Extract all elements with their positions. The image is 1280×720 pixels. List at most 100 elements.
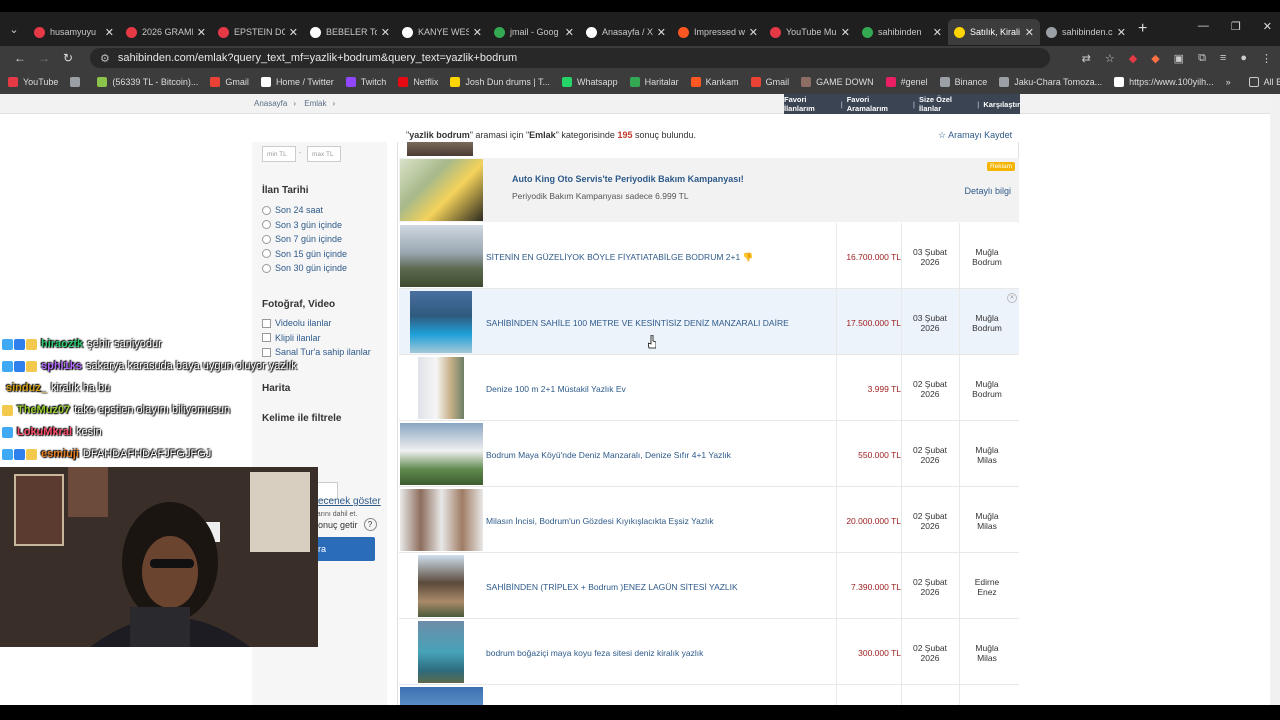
browser-tab[interactable]: sahibinden ✕ bbox=[856, 19, 948, 45]
restore-icon[interactable]: ❐ bbox=[1231, 20, 1241, 33]
favorite-searches-link[interactable]: Favori Aramalarım bbox=[847, 95, 909, 113]
listing-row[interactable]: bodrum boğaziçi maya koyu feza sitesi de… bbox=[399, 619, 1019, 685]
listing-thumbnail[interactable] bbox=[418, 555, 464, 617]
new-tab-button[interactable]: + bbox=[1138, 20, 1147, 38]
tab-close-icon[interactable]: ✕ bbox=[105, 26, 114, 39]
bookmark-item[interactable]: Gmail bbox=[750, 77, 789, 87]
browser-tab[interactable]: KANYE WES ✕ bbox=[396, 19, 488, 45]
browser-tab[interactable]: sahibinden.c ✕ bbox=[1040, 19, 1132, 45]
browser-tab[interactable]: 2026 GRAMI ✕ bbox=[120, 19, 212, 45]
search-button[interactable]: ra bbox=[314, 537, 375, 561]
bookmark-item[interactable]: Kankam bbox=[690, 77, 739, 87]
browser-tab[interactable]: BEBELER Top ✕ bbox=[304, 19, 396, 45]
listing-title[interactable]: SAHİBİNDEN (TRİPLEX + Bodrum )ENEZ LAGÜN… bbox=[486, 582, 826, 592]
listing-title[interactable]: Denize 100 m 2+1 Müstakil Yazlık Ev bbox=[486, 384, 826, 394]
tab-close-icon[interactable]: ✕ bbox=[749, 26, 758, 39]
bookmark-item[interactable]: YouTube bbox=[8, 77, 58, 87]
listing-title[interactable]: Bodrum Maya Köyü'nde Deniz Manzaralı, De… bbox=[486, 450, 826, 460]
bookmark-item[interactable]: Netflix bbox=[398, 77, 438, 87]
breadcrumb-home[interactable]: Anasayfa bbox=[254, 99, 287, 108]
browser-tab[interactable]: YouTube Mu ✕ bbox=[764, 19, 856, 45]
listing-row[interactable]: Bodrum Maya Köyü'nde Deniz Manzaralı, De… bbox=[399, 421, 1019, 487]
tab-close-icon[interactable]: ✕ bbox=[657, 26, 666, 39]
menu-icon[interactable]: ⋮ bbox=[1261, 52, 1272, 65]
tab-close-icon[interactable]: ✕ bbox=[933, 26, 942, 39]
listing-thumbnail[interactable] bbox=[400, 423, 483, 485]
tab-close-icon[interactable]: ✕ bbox=[1117, 26, 1126, 39]
date-filter-radio[interactable]: Son 3 gün içinde bbox=[262, 220, 342, 230]
browser-tab[interactable]: jmail - Goog ✕ bbox=[488, 19, 580, 45]
bookmark-item[interactable]: Jaku-Chara Tomoza... bbox=[999, 77, 1102, 87]
bookmark-item[interactable]: Haritalar bbox=[629, 77, 679, 87]
ad-detail-link[interactable]: Detaylı bilgi bbox=[964, 186, 1011, 196]
browser-tab[interactable]: EPSTEIN DO ✕ bbox=[212, 19, 304, 45]
tab-search-icon[interactable]: ⌄ bbox=[4, 23, 24, 36]
media-filter-checkbox[interactable]: Klipli ilanlar bbox=[262, 333, 321, 343]
browser-tab[interactable]: Satılık, Kirali ✕ bbox=[948, 19, 1040, 45]
listing-thumbnail[interactable] bbox=[418, 621, 464, 683]
breadcrumb-emlak[interactable]: Emlak bbox=[304, 99, 326, 108]
get-result-count[interactable]: onuç getir? bbox=[318, 518, 377, 531]
ad-title[interactable]: Auto King Oto Servis'te Periyodik Bakım … bbox=[512, 174, 744, 184]
forward-icon[interactable]: → bbox=[32, 51, 56, 65]
extensions-puzzle-icon[interactable]: ⧉ bbox=[1198, 52, 1206, 65]
listing-row[interactable]: Milasın İncisi, Bodrum'un Gözdesi Kıyıkı… bbox=[399, 487, 1019, 553]
browser-tab[interactable]: Impressed w ✕ bbox=[672, 19, 764, 45]
profile-avatar[interactable]: ● bbox=[1240, 52, 1247, 65]
extension-icon[interactable]: ▣ bbox=[1174, 52, 1184, 65]
personal-listings-link[interactable]: Size Özel İlanlar bbox=[919, 95, 973, 113]
listing-thumbnail[interactable] bbox=[410, 291, 472, 353]
listing-title[interactable]: SİTENİN EN GÜZELİYOK BÖYLE FİYATIATABİLG… bbox=[486, 252, 826, 263]
date-filter-radio[interactable]: Son 15 gün içinde bbox=[262, 249, 347, 259]
address-bar[interactable]: ⚙ sahibinden.com/emlak?query_text_mf=yaz… bbox=[90, 48, 1050, 68]
tab-close-icon[interactable]: ✕ bbox=[381, 26, 390, 39]
bookmark-item[interactable]: Whatsapp bbox=[562, 77, 618, 87]
minimize-icon[interactable]: — bbox=[1198, 20, 1209, 33]
listing-thumbnail[interactable] bbox=[407, 142, 473, 156]
sponsored-ad-row[interactable]: Auto King Oto Servis'te Periyodik Bakım … bbox=[399, 158, 1019, 222]
listing-row[interactable]: SAHİBİNDEN (TRİPLEX + Bodrum )ENEZ LAGÜN… bbox=[399, 553, 1019, 619]
tab-close-icon[interactable]: ✕ bbox=[197, 26, 206, 39]
listing-title[interactable]: bodrum boğaziçi maya koyu feza sitesi de… bbox=[486, 648, 826, 658]
listing-thumbnail[interactable] bbox=[418, 357, 464, 419]
tab-close-icon[interactable]: ✕ bbox=[841, 26, 850, 39]
bookmark-item[interactable]: #genel bbox=[885, 77, 928, 87]
min-price-input[interactable]: min TL bbox=[262, 146, 296, 162]
more-bookmarks-icon[interactable]: » bbox=[1226, 77, 1231, 87]
close-window-icon[interactable]: ✕ bbox=[1263, 20, 1272, 33]
listing-thumbnail[interactable] bbox=[400, 225, 483, 287]
bookmark-item[interactable]: GAME DOWN bbox=[801, 77, 874, 87]
date-filter-radio[interactable]: Son 30 gün içinde bbox=[262, 263, 347, 273]
listing-title[interactable]: SAHİBİNDEN SAHİLE 100 METRE VE KESİNTİSİ… bbox=[486, 318, 826, 328]
media-filter-checkbox[interactable]: Videolu ilanlar bbox=[262, 318, 331, 328]
bookmark-item[interactable]: Home / Twitter bbox=[260, 77, 334, 87]
media-icon[interactable]: ≡ bbox=[1220, 52, 1226, 65]
browser-tab[interactable]: Anasayfa / X ✕ bbox=[580, 19, 672, 45]
bookmark-item[interactable]: Binance bbox=[939, 77, 987, 87]
translate-icon[interactable]: ⇄ bbox=[1082, 52, 1091, 65]
extension-icon[interactable]: ◆ bbox=[1129, 52, 1137, 65]
hide-listing-icon[interactable]: ✕ bbox=[1007, 293, 1017, 303]
page-scrollbar[interactable] bbox=[1270, 94, 1280, 705]
extension-icon[interactable]: ◆ bbox=[1151, 52, 1159, 65]
compare-link[interactable]: Karşılaştır bbox=[983, 100, 1020, 109]
bookmark-item[interactable]: Gmail bbox=[210, 77, 249, 87]
bookmark-item[interactable]: Twitch bbox=[345, 77, 386, 87]
help-icon[interactable]: ? bbox=[363, 518, 377, 531]
listing-row[interactable]: SAHİBİNDEN SAHİLE 100 METRE VE KESİNTİSİ… bbox=[399, 289, 1019, 355]
tab-close-icon[interactable]: ✕ bbox=[289, 26, 298, 39]
listing-row[interactable]: Denize 100 m 2+1 Müstakil Yazlık Ev 3.999… bbox=[399, 355, 1019, 421]
bookmark-star-icon[interactable]: ☆ bbox=[1105, 52, 1115, 65]
bookmark-item[interactable] bbox=[70, 77, 85, 87]
reload-icon[interactable]: ↻ bbox=[56, 51, 80, 65]
listing-thumbnail[interactable] bbox=[400, 687, 483, 705]
more-options-link[interactable]: ecenek göster bbox=[318, 496, 381, 507]
bookmark-item[interactable]: (56339 TL - Bitcoin)... bbox=[97, 77, 198, 87]
all-bookmarks[interactable]: All Bookmarks bbox=[1248, 77, 1280, 87]
bookmark-item[interactable]: Josh Dun drums | T... bbox=[450, 77, 550, 87]
tab-close-icon[interactable]: ✕ bbox=[473, 26, 482, 39]
date-filter-radio[interactable]: Son 7 gün içinde bbox=[262, 234, 342, 244]
save-search-button[interactable]: ☆ Aramayı Kaydet bbox=[938, 130, 1012, 141]
listing-thumbnail[interactable] bbox=[400, 489, 483, 551]
max-price-input[interactable]: max TL bbox=[307, 146, 341, 162]
